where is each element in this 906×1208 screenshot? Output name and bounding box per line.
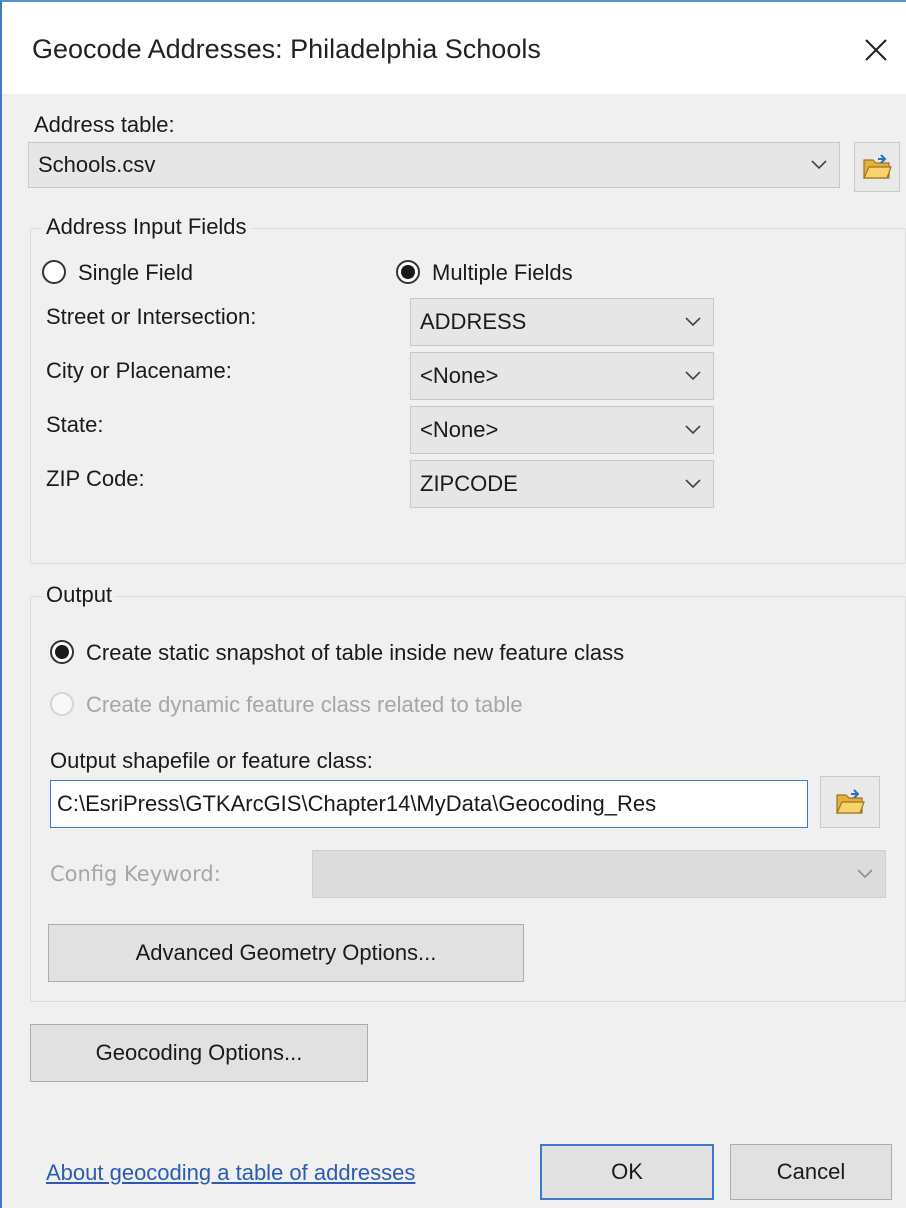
multiple-fields-radio[interactable] xyxy=(396,260,420,284)
single-field-radio[interactable] xyxy=(42,260,66,284)
zip-field-select[interactable]: ZIPCODE xyxy=(410,460,714,508)
advanced-geometry-button[interactable]: Advanced Geometry Options... xyxy=(48,924,524,982)
chevron-down-icon xyxy=(685,425,701,435)
close-icon xyxy=(865,39,887,61)
dynamic-feature-radio[interactable] xyxy=(50,692,74,716)
output-path-field[interactable] xyxy=(51,781,807,827)
cancel-button[interactable]: Cancel xyxy=(730,1144,892,1200)
address-table-label: Address table: xyxy=(34,112,175,137)
dynamic-feature-label: Create dynamic feature class related to … xyxy=(86,692,523,717)
title-bar: Geocode Addresses: Philadelphia Schools xyxy=(2,2,906,94)
dialog-body: Address table: Schools.csv Address Input… xyxy=(2,94,906,1208)
street-field-label: Street or Intersection: xyxy=(46,304,257,329)
city-field-label: City or Placename: xyxy=(46,358,232,383)
static-snapshot-label: Create static snapshot of table inside n… xyxy=(86,640,625,665)
config-keyword-select[interactable] xyxy=(312,850,886,898)
chevron-down-icon xyxy=(685,317,701,327)
static-snapshot-radio[interactable] xyxy=(50,640,74,664)
multiple-fields-label: Multiple Fields xyxy=(432,260,573,285)
street-field-value: ADDRESS xyxy=(420,309,527,334)
folder-open-icon xyxy=(862,154,892,180)
single-field-label: Single Field xyxy=(78,260,193,285)
city-field-value: <None> xyxy=(420,363,499,388)
zip-field-value: ZIPCODE xyxy=(420,471,518,496)
chevron-down-icon xyxy=(857,869,873,879)
address-table-browse-button[interactable] xyxy=(854,142,900,192)
geocode-dialog: Geocode Addresses: Philadelphia Schools … xyxy=(0,0,906,1208)
chevron-down-icon xyxy=(685,479,701,489)
dialog-title: Geocode Addresses: Philadelphia Schools xyxy=(32,34,541,64)
state-field-label: State: xyxy=(46,412,104,437)
chevron-down-icon xyxy=(685,371,701,381)
street-field-select[interactable]: ADDRESS xyxy=(410,298,714,346)
zip-field-label: ZIP Code: xyxy=(46,466,145,491)
geocoding-options-button[interactable]: Geocoding Options... xyxy=(30,1024,368,1082)
address-table-value: Schools.csv xyxy=(38,152,156,177)
output-path-input[interactable] xyxy=(50,780,808,828)
chevron-down-icon xyxy=(811,160,827,170)
city-field-select[interactable]: <None> xyxy=(410,352,714,400)
folder-open-icon xyxy=(835,789,865,815)
output-group-title: Output xyxy=(42,582,117,608)
state-field-select[interactable]: <None> xyxy=(410,406,714,454)
output-path-browse-button[interactable] xyxy=(820,776,880,828)
close-button[interactable] xyxy=(848,22,904,78)
help-link[interactable]: About geocoding a table of addresses xyxy=(46,1160,415,1186)
address-input-group-title: Address Input Fields xyxy=(42,214,251,240)
output-path-label: Output shapefile or feature class: xyxy=(50,748,373,773)
address-table-select[interactable]: Schools.csv xyxy=(28,142,840,188)
config-keyword-label: Config Keyword: xyxy=(50,862,221,886)
ok-button[interactable]: OK xyxy=(540,1144,714,1200)
state-field-value: <None> xyxy=(420,417,499,442)
